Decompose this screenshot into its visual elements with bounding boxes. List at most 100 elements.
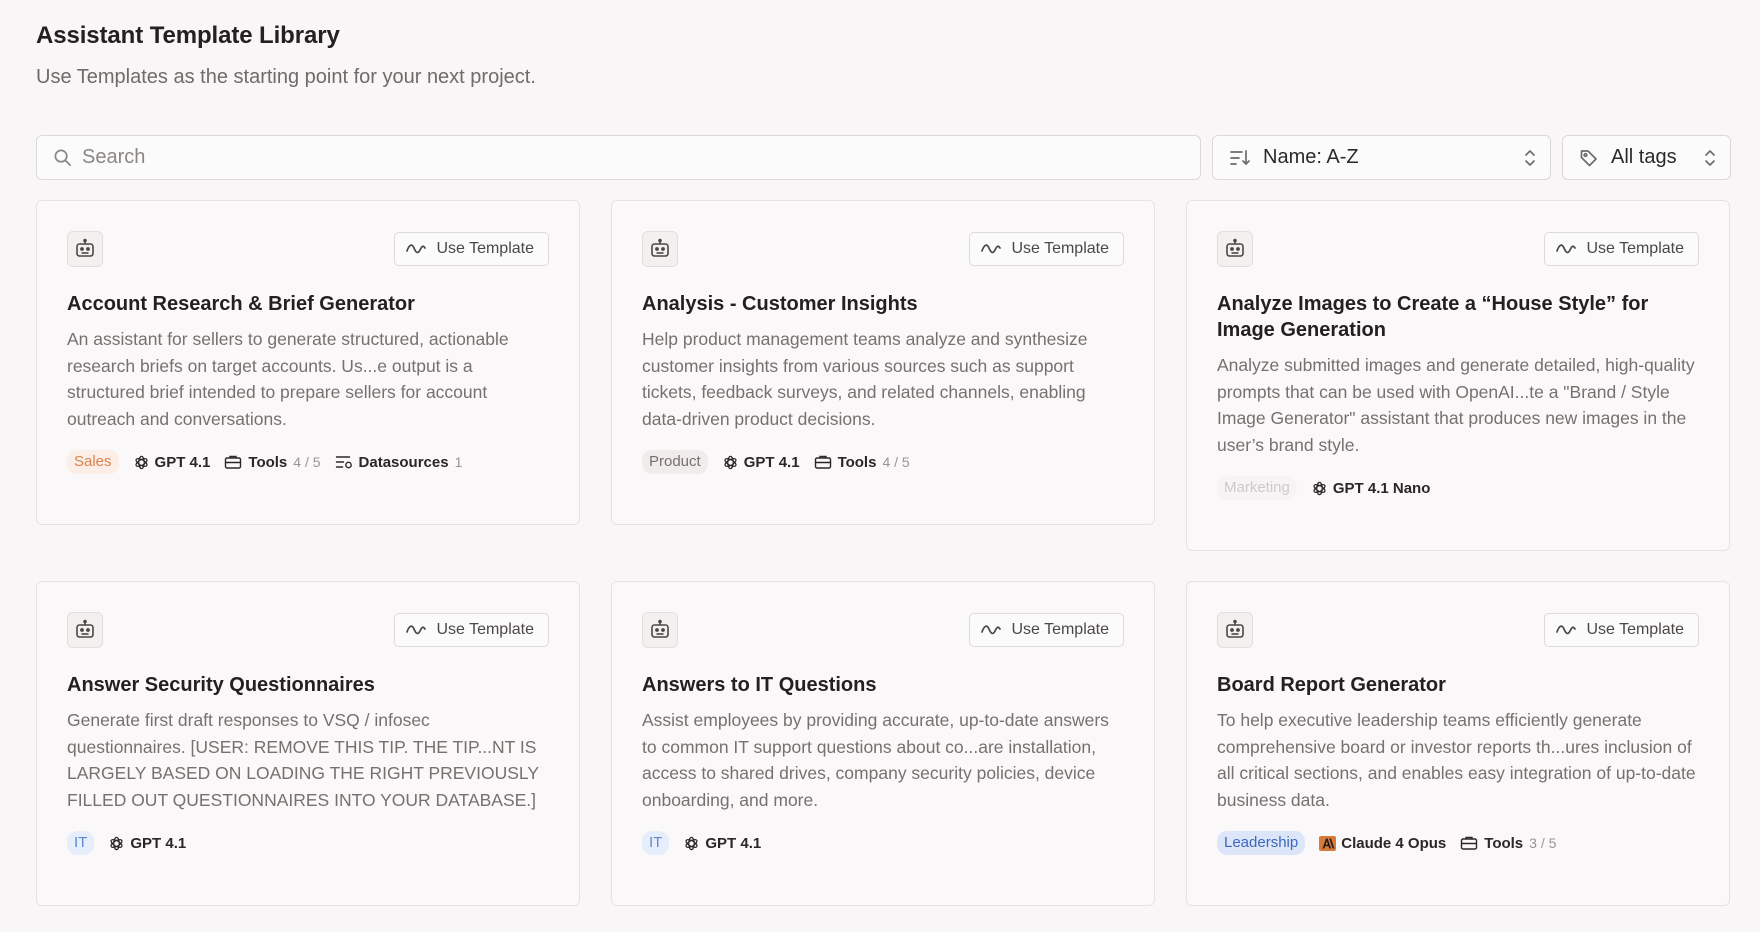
- datasources-label: Datasources: [358, 453, 449, 471]
- use-template-button[interactable]: Use Template: [394, 232, 549, 266]
- search-icon: [53, 148, 72, 167]
- template-card[interactable]: Use Template Account Research & Brief Ge…: [36, 200, 580, 525]
- search-box[interactable]: [36, 135, 1201, 180]
- tools-stat: Tools 4 / 5: [814, 454, 910, 471]
- use-template-label: Use Template: [1586, 621, 1684, 638]
- model-name: GPT 4.1 Nano: [1332, 479, 1431, 497]
- model-name: GPT 4.1: [130, 834, 187, 852]
- datasource-list-icon: [335, 454, 353, 470]
- wave-icon: [406, 242, 427, 256]
- use-template-label: Use Template: [436, 621, 534, 638]
- tags-select[interactable]: All tags: [1562, 135, 1731, 180]
- chevron-updown-icon: [1524, 148, 1536, 168]
- model-badge: GPT 4.1: [108, 835, 186, 852]
- chevron-updown-icon: [1704, 148, 1716, 168]
- openai-icon: [108, 835, 125, 852]
- openai-icon: [722, 454, 739, 471]
- card-title: Answer Security Questionnaires: [67, 674, 375, 696]
- datasources-stat: Datasources 1: [335, 453, 463, 471]
- tools-count: 4 / 5: [882, 454, 910, 470]
- card-description: An assistant for sellers to generate str…: [67, 329, 509, 429]
- sort-icon: [1229, 148, 1251, 168]
- tag-badge: IT: [67, 831, 95, 855]
- wave-icon: [981, 242, 1002, 256]
- sort-label: Name: A-Z: [1263, 146, 1359, 168]
- card-meta: IT GPT 4.1: [642, 831, 1124, 855]
- use-template-button[interactable]: Use Template: [1544, 232, 1699, 266]
- card-title: Analyze Images to Create a “House Style”…: [1217, 293, 1649, 341]
- wave-icon: [1556, 242, 1577, 256]
- robot-icon: [1217, 612, 1253, 648]
- tag-badge: Sales: [67, 450, 119, 474]
- robot-icon: [1217, 231, 1253, 267]
- template-card[interactable]: Use Template Answer Security Questionnai…: [36, 581, 580, 906]
- model-name: Claude 4 Opus: [1341, 834, 1447, 852]
- sort-select[interactable]: Name: A-Z: [1212, 135, 1551, 180]
- robot-icon: [642, 612, 678, 648]
- wave-icon: [1556, 623, 1577, 637]
- card-description: Analyze submitted images and generate de…: [1217, 355, 1695, 455]
- card-meta: Sales GPT 4.1 Tools 4 / 5 Datasources 1: [67, 450, 549, 474]
- use-template-button[interactable]: Use Template: [1544, 613, 1699, 647]
- template-card[interactable]: Use Template Board Report Generator To h…: [1186, 581, 1730, 906]
- tag-badge: IT: [642, 831, 670, 855]
- wave-icon: [981, 623, 1002, 637]
- template-card[interactable]: Use Template Analyze Images to Create a …: [1186, 200, 1730, 551]
- use-template-button[interactable]: Use Template: [969, 232, 1124, 266]
- use-template-button[interactable]: Use Template: [969, 613, 1124, 647]
- robot-icon: [67, 231, 103, 267]
- tools-count: 4 / 5: [293, 454, 321, 470]
- card-description: To help executive leadership teams effic…: [1217, 710, 1696, 810]
- toolbox-icon: [1460, 835, 1478, 851]
- filter-toolbar: Name: A-Z All tags: [36, 135, 1731, 180]
- card-meta: Marketing GPT 4.1 Nano: [1217, 476, 1699, 500]
- tools-count: 3 / 5: [1529, 835, 1557, 851]
- card-meta: IT GPT 4.1: [67, 831, 549, 855]
- tools-stat: Tools 4 / 5: [224, 453, 321, 471]
- use-template-label: Use Template: [436, 240, 534, 257]
- tools-stat: Tools 3 / 5: [1460, 835, 1556, 852]
- tools-label: Tools: [837, 453, 877, 471]
- openai-icon: [683, 835, 700, 852]
- openai-icon: [133, 454, 150, 471]
- model-name: GPT 4.1: [154, 453, 211, 471]
- tags-label: All tags: [1611, 146, 1677, 168]
- card-title: Board Report Generator: [1217, 674, 1446, 696]
- template-library-page: Assistant Template Library Use Templates…: [0, 0, 1760, 932]
- card-description: Assist employees by providing accurate, …: [642, 710, 1109, 810]
- card-meta: Product GPT 4.1 Tools 4 / 5: [642, 450, 1124, 474]
- model-badge: GPT 4.1: [133, 453, 211, 471]
- card-title: Answers to IT Questions: [642, 674, 877, 696]
- model-badge: GPT 4.1: [722, 454, 800, 471]
- card-description: Generate first draft responses to VSQ / …: [67, 710, 539, 810]
- openai-icon: [1311, 480, 1328, 497]
- card-title: Analysis - Customer Insights: [642, 293, 918, 315]
- tag-badge: Marketing: [1217, 476, 1297, 500]
- robot-icon: [67, 612, 103, 648]
- wave-icon: [406, 623, 427, 637]
- page-subtitle: Use Templates as the starting point for …: [36, 66, 536, 88]
- tag-badge: Leadership: [1217, 831, 1306, 855]
- card-meta: Leadership Claude 4 Opus Tools 3 / 5: [1217, 831, 1699, 855]
- model-name: GPT 4.1: [743, 453, 800, 471]
- use-template-label: Use Template: [1011, 240, 1109, 257]
- use-template-label: Use Template: [1586, 240, 1684, 257]
- anthropic-icon: [1319, 835, 1337, 851]
- model-badge: GPT 4.1: [683, 835, 761, 852]
- search-input[interactable]: [82, 146, 1184, 169]
- datasources-count: 1: [454, 454, 463, 470]
- page-title: Assistant Template Library: [36, 22, 340, 49]
- toolbox-icon: [224, 454, 242, 470]
- card-description: Help product management teams analyze an…: [642, 329, 1088, 429]
- robot-icon: [642, 231, 678, 267]
- tag-badge: Product: [642, 450, 708, 474]
- model-badge: Claude 4 Opus: [1319, 835, 1446, 852]
- model-badge: GPT 4.1 Nano: [1311, 479, 1431, 497]
- use-template-button[interactable]: Use Template: [394, 613, 549, 647]
- tools-label: Tools: [248, 453, 288, 471]
- card-title: Account Research & Brief Generator: [67, 293, 415, 315]
- model-name: GPT 4.1: [705, 834, 762, 852]
- template-card[interactable]: Use Template Analysis - Customer Insight…: [611, 200, 1155, 525]
- tools-label: Tools: [1484, 834, 1524, 852]
- template-card[interactable]: Use Template Answers to IT Questions Ass…: [611, 581, 1155, 906]
